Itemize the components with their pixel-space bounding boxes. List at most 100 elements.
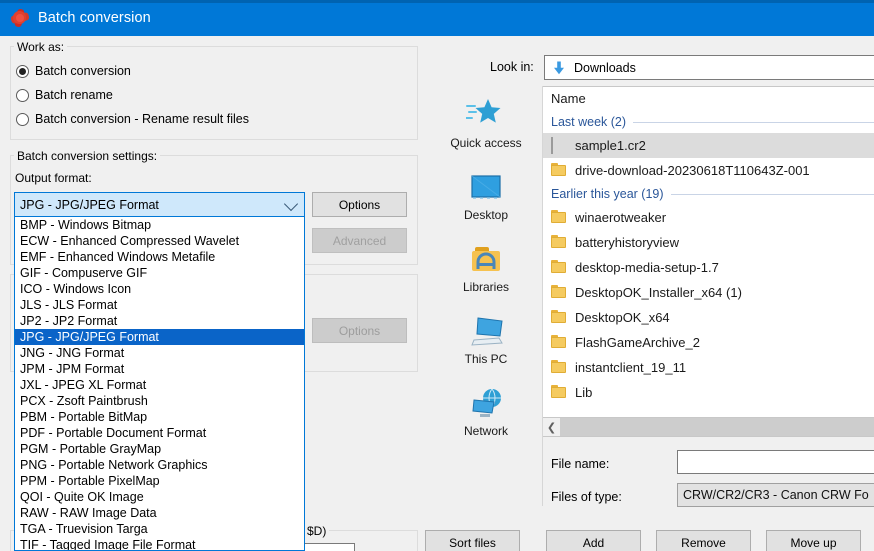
folder-icon (551, 335, 567, 351)
file-list-row[interactable]: desktop-media-setup-1.7 (543, 255, 874, 280)
look-in-combobox[interactable]: Downloads (544, 55, 874, 80)
dropdown-option[interactable]: BMP - Windows Bitmap (15, 217, 304, 233)
file-list-row[interactable]: batteryhistoryview (543, 230, 874, 255)
monitor-icon (431, 164, 541, 206)
secondary-options-button: Options (312, 318, 407, 343)
work-as-group-label: Work as: (14, 40, 67, 54)
output-format-combobox[interactable]: JPG - JPG/JPEG Format (14, 192, 305, 217)
place-quick-access[interactable]: Quick access (431, 92, 541, 150)
dropdown-option[interactable]: JLS - JLS Format (15, 297, 304, 313)
group-divider (633, 122, 874, 123)
folder-icon (551, 260, 567, 276)
place-this-pc[interactable]: This PC (431, 308, 541, 366)
dropdown-option[interactable]: JXL - JPEG XL Format (15, 377, 304, 393)
dropdown-option[interactable]: JPG - JPG/JPEG Format (15, 329, 304, 345)
file-list[interactable]: Name Last week (2)sample1.cr2 drive-downl… (543, 86, 874, 418)
file-list-horizontal-scrollbar[interactable]: ❮ (543, 418, 874, 437)
add-button[interactable]: Add (546, 530, 641, 551)
dropdown-option[interactable]: JP2 - JP2 Format (15, 313, 304, 329)
file-group-title: Last week (2) (551, 111, 626, 133)
batch-conversion-settings-label: Batch conversion settings: (14, 149, 160, 163)
remove-button[interactable]: Remove (656, 530, 751, 551)
place-libraries[interactable]: Libraries (431, 236, 541, 294)
place-label: Libraries (431, 280, 541, 294)
dropdown-option[interactable]: ICO - Windows Icon (15, 281, 304, 297)
place-label: Quick access (431, 136, 541, 150)
place-label: This PC (431, 352, 541, 366)
file-group-header[interactable]: Last week (2) (551, 111, 874, 133)
dropdown-option[interactable]: QOI - Quite OK Image (15, 489, 304, 505)
folder-icon (551, 210, 567, 226)
group-divider (671, 194, 874, 195)
column-header-name[interactable]: Name (543, 87, 586, 111)
dropdown-option[interactable]: EMF - Enhanced Windows Metafile (15, 249, 304, 265)
dropdown-option[interactable]: PBM - Portable BitMap (15, 409, 304, 425)
libraries-folder-icon (431, 236, 541, 278)
file-group-header[interactable]: Earlier this year (19) (551, 183, 874, 205)
file-list-row[interactable]: drive-download-20230618T110643Z-001 (543, 158, 874, 183)
downloads-arrow-icon (551, 60, 567, 76)
file-name: desktop-media-setup-1.7 (575, 260, 719, 275)
dropdown-option[interactable]: PDF - Portable Document Format (15, 425, 304, 441)
batch-conversion-window: Batch conversion Work as: Batch conversi… (0, 0, 874, 551)
radio-batch-rename[interactable]: Batch rename (16, 88, 113, 102)
file-name-input[interactable] (677, 450, 874, 474)
dropdown-option[interactable]: JNG - JNG Format (15, 345, 304, 361)
file-name: drive-download-20230618T110643Z-001 (575, 163, 810, 178)
radio-label: Batch conversion - Rename result files (35, 112, 249, 126)
place-network[interactable]: Network (431, 380, 541, 438)
dropdown-option[interactable]: PGM - Portable GrayMap (15, 441, 304, 457)
folder-icon (551, 235, 567, 251)
dropdown-option[interactable]: TIF - Tagged Image File Format (15, 537, 304, 551)
files-of-type-label: Files of type: (551, 490, 622, 504)
look-in-value: Downloads (574, 61, 636, 75)
file-list-row[interactable]: Lib (543, 380, 874, 405)
radio-button-indicator[interactable] (16, 89, 29, 102)
options-button[interactable]: Options (312, 192, 407, 217)
dropdown-option[interactable]: PNG - Portable Network Graphics (15, 457, 304, 473)
file-name: DesktopOK_x64 (575, 310, 670, 325)
dropdown-option[interactable]: JPM - JPM Format (15, 361, 304, 377)
place-desktop[interactable]: Desktop (431, 164, 541, 222)
output-format-combobox-value: JPG - JPG/JPEG Format (20, 198, 159, 212)
dropdown-option[interactable]: TGA - Truevision Targa (15, 521, 304, 537)
radio-batch-conversion-rename-result-files[interactable]: Batch conversion - Rename result files (16, 112, 249, 126)
dropdown-option[interactable]: RAW - RAW Image Data (15, 505, 304, 521)
dropdown-option[interactable]: GIF - Compuserve GIF (15, 265, 304, 281)
radio-button-indicator[interactable] (16, 113, 29, 126)
file-list-row[interactable]: sample1.cr2 (543, 133, 874, 158)
radio-label: Batch conversion (35, 64, 131, 78)
output-format-label: Output format: (15, 171, 92, 185)
image-file-icon (551, 138, 567, 154)
this-pc-icon (431, 308, 541, 350)
file-list-row[interactable]: FlashGameArchive_2 (543, 330, 874, 355)
place-label: Network (431, 424, 541, 438)
radio-batch-conversion[interactable]: Batch conversion (16, 64, 131, 78)
advanced-button: Advanced (312, 228, 407, 253)
app-splatter-icon (11, 9, 29, 27)
folder-icon (551, 285, 567, 301)
window-title: Batch conversion (38, 10, 151, 26)
file-list-row[interactable]: winaerotweaker (543, 205, 874, 230)
chevron-left-icon[interactable]: ❮ (543, 418, 560, 436)
place-label: Desktop (431, 208, 541, 222)
file-list-row[interactable]: DesktopOK_Installer_x64 (1) (543, 280, 874, 305)
dropdown-option[interactable]: PPM - Portable PixelMap (15, 473, 304, 489)
file-name: instantclient_19_11 (575, 360, 686, 375)
file-list-row[interactable]: DesktopOK_x64 (543, 305, 874, 330)
files-of-type-value: CRW/CR2/CR3 - Canon CRW Fo (683, 488, 869, 502)
look-in-label: Look in: (490, 60, 534, 74)
output-format-dropdown-list[interactable]: BMP - Windows BitmapECW - Enhanced Compr… (14, 217, 305, 551)
scrollbar-thumb[interactable] (560, 418, 874, 436)
star-icon (431, 92, 541, 134)
chevron-down-icon[interactable] (284, 196, 298, 210)
file-name-label: File name: (551, 457, 609, 471)
sort-files-button[interactable]: Sort files (425, 530, 520, 551)
file-name: winaerotweaker (575, 210, 666, 225)
move-up-button[interactable]: Move up (766, 530, 861, 551)
dropdown-option[interactable]: PCX - Zsoft Paintbrush (15, 393, 304, 409)
files-of-type-combobox[interactable]: CRW/CR2/CR3 - Canon CRW Fo (677, 483, 874, 507)
radio-button-indicator[interactable] (16, 65, 29, 78)
file-list-row[interactable]: instantclient_19_11 (543, 355, 874, 380)
dropdown-option[interactable]: ECW - Enhanced Compressed Wavelet (15, 233, 304, 249)
